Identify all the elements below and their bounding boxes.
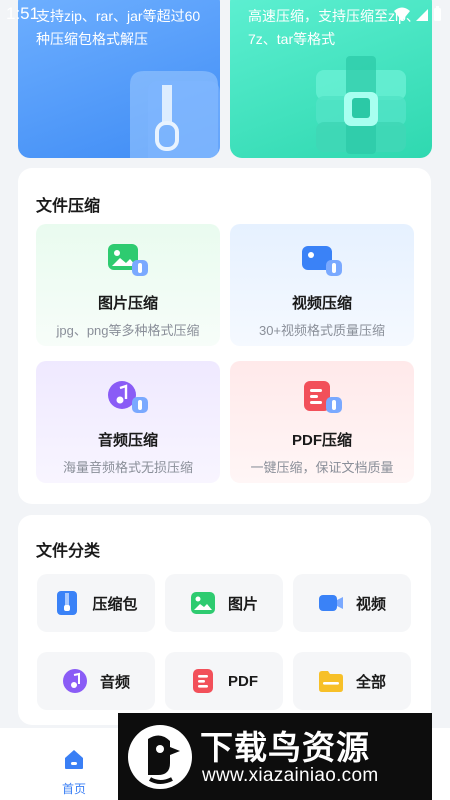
image-compress-desc: jpg、png等多种格式压缩 xyxy=(56,323,200,338)
category-image-label: 图片 xyxy=(227,595,258,613)
image-compress-icon xyxy=(108,244,148,276)
category-section: 文件分类 压缩包 图片 视频 音频 PDF 全部 xyxy=(18,515,431,725)
pdf-compress-desc: 一键压缩，保证文档质量 xyxy=(250,460,394,475)
home-icon xyxy=(65,750,83,769)
video-compress-icon xyxy=(302,246,342,276)
video-compress-desc: 30+视频格式质量压缩 xyxy=(258,323,386,338)
category-all-label: 全部 xyxy=(355,673,386,691)
folder-icon xyxy=(318,671,343,692)
category-video-label: 视频 xyxy=(355,595,386,613)
category-audio-label: 音频 xyxy=(99,673,130,691)
audio-compress-tile[interactable]: 音频压缩 海量音频格式无损压缩 xyxy=(36,361,220,483)
pdf-compress-name: PDF压缩 xyxy=(291,432,352,449)
category-pdf[interactable]: PDF xyxy=(165,652,283,710)
category-audio[interactable]: 音频 xyxy=(37,652,155,710)
wifi-icon xyxy=(394,7,410,21)
pdf-compress-tile[interactable]: PDF压缩 一键压缩，保证文档质量 xyxy=(230,361,414,483)
watermark-brand: 下载鸟资源 xyxy=(200,728,370,767)
nav-home[interactable]: 首页 xyxy=(44,736,104,796)
category-all[interactable]: 全部 xyxy=(293,652,411,710)
bird-logo-icon xyxy=(128,725,192,789)
zipper-archive-icon xyxy=(130,71,220,158)
archive-icon xyxy=(57,591,78,615)
audio-compress-name: 音频压缩 xyxy=(97,432,158,449)
status-time: 1:51 xyxy=(6,4,40,23)
video-icon xyxy=(318,595,343,611)
watermark: 下载鸟资源 www.xiazainiao.com xyxy=(118,713,432,800)
pdf-compress-icon xyxy=(304,381,342,413)
nav-home-label: 首页 xyxy=(61,782,86,796)
image-compress-name: 图片压缩 xyxy=(97,295,158,312)
status-bar: 1:51 xyxy=(0,0,450,30)
compress-section: 文件压缩 图片压缩 jpg、png等多种格式压缩 视频压缩 30+视频格式质量压… xyxy=(18,168,431,504)
category-section-title: 文件分类 xyxy=(36,543,101,560)
category-archive-label: 压缩包 xyxy=(92,595,138,613)
compressed-box-icon xyxy=(316,56,406,154)
category-archive[interactable]: 压缩包 xyxy=(37,574,155,632)
image-compress-tile[interactable]: 图片压缩 jpg、png等多种格式压缩 xyxy=(36,224,220,346)
video-compress-name: 视频压缩 xyxy=(291,295,352,312)
image-icon xyxy=(190,592,215,614)
audio-compress-desc: 海量音频格式无损压缩 xyxy=(62,460,193,475)
signal-icon xyxy=(416,9,428,21)
video-compress-tile[interactable]: 视频压缩 30+视频格式质量压缩 xyxy=(230,224,414,346)
status-icons xyxy=(393,6,442,22)
category-video[interactable]: 视频 xyxy=(293,574,411,632)
audio-compress-icon xyxy=(108,381,148,413)
category-pdf-label: PDF xyxy=(228,672,258,690)
category-image[interactable]: 图片 xyxy=(165,574,283,632)
audio-icon xyxy=(62,669,87,693)
battery-icon xyxy=(434,6,441,21)
compress-section-title: 文件压缩 xyxy=(36,198,101,215)
pdf-icon xyxy=(193,669,213,693)
watermark-url: www.xiazainiao.com xyxy=(202,765,379,786)
